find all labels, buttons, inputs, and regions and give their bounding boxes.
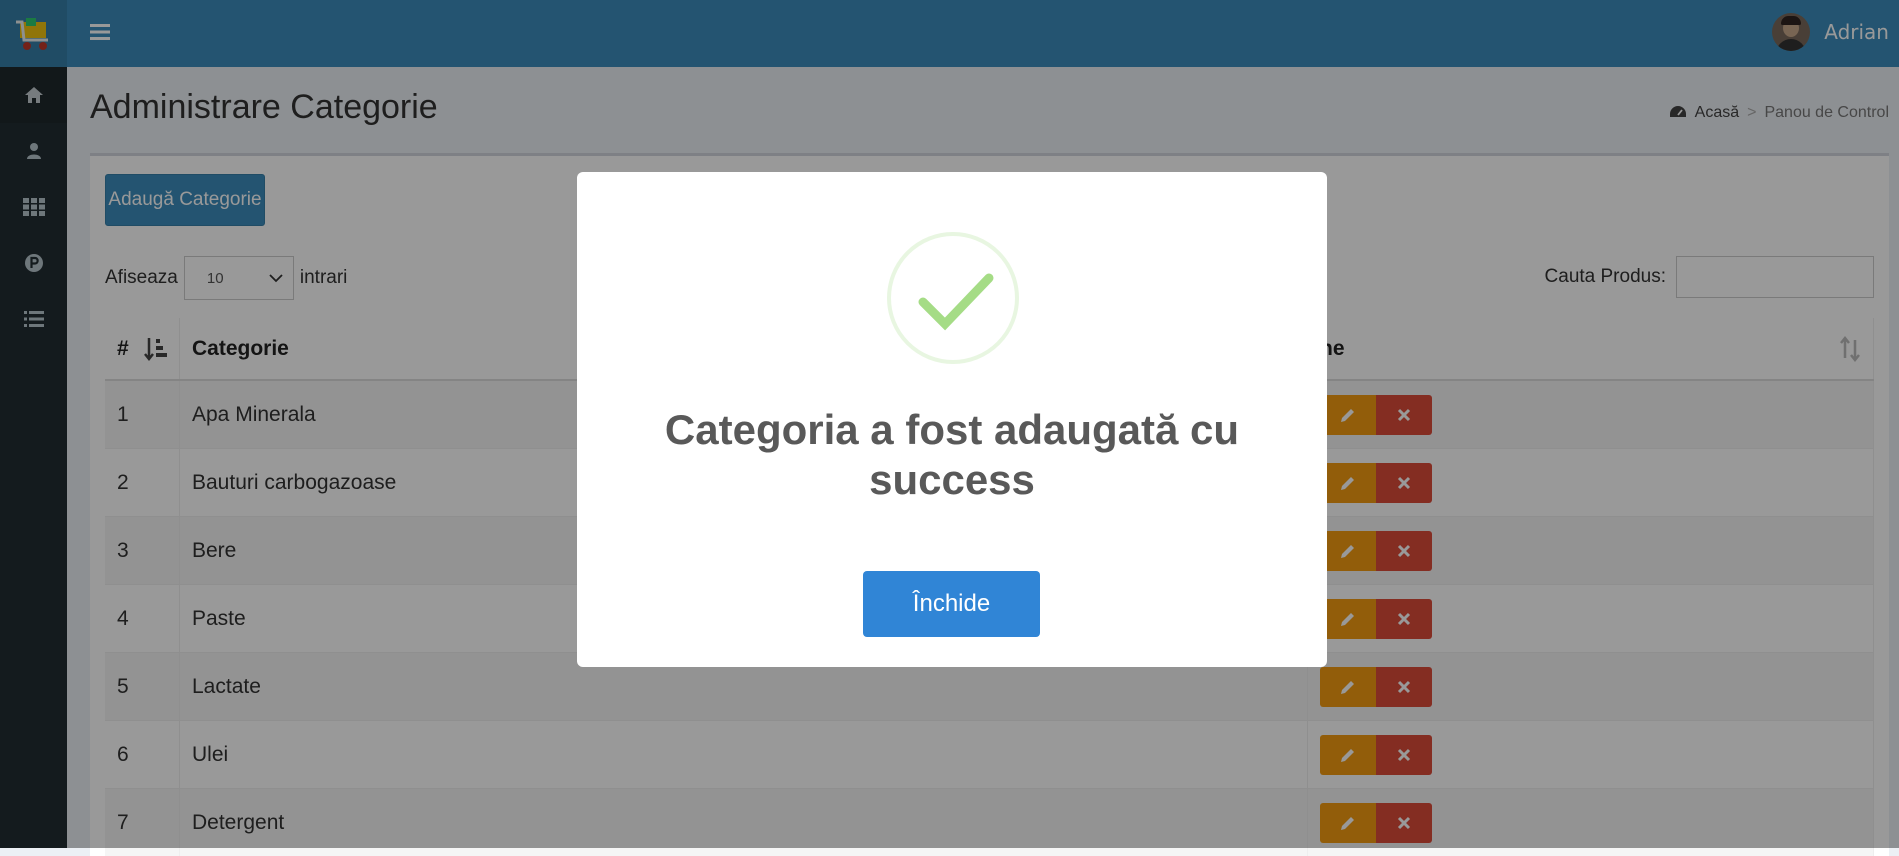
close-button[interactable]: Închide — [863, 571, 1040, 637]
success-check-icon — [887, 232, 1019, 364]
success-dialog: Categoria a fost adaugată cu success Înc… — [577, 172, 1327, 667]
dialog-title: Categoria a fost adaugată cu success — [617, 405, 1287, 505]
